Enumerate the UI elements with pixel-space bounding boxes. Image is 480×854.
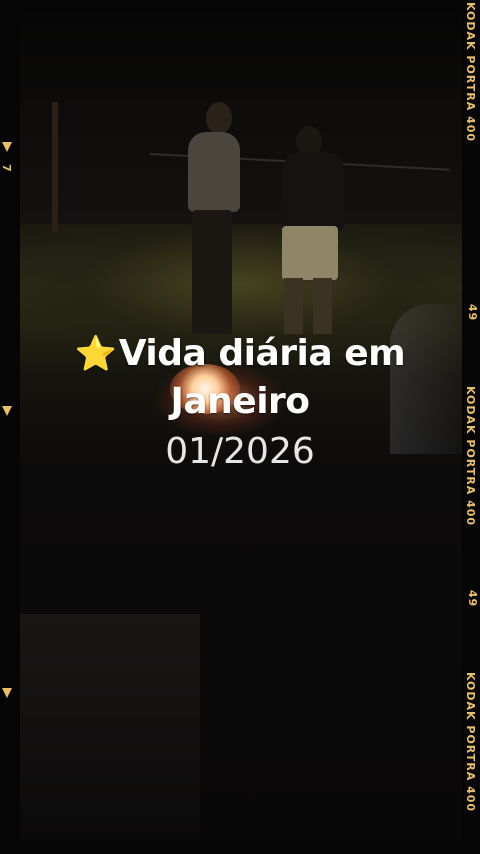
foreground-table (20, 614, 200, 840)
film-frame-number-top: 49 (466, 303, 480, 322)
caption-date: 01/2026 (165, 431, 315, 472)
film-brand-label-top: KODAK PORTRA 400 (464, 2, 477, 143)
person-left-body (188, 132, 240, 212)
person-right-legs (284, 278, 332, 334)
dark-treeline (20, 14, 462, 224)
caption-overlay: ⭐Vida diária em Janeiro 01/2026 (0, 330, 480, 478)
film-arrow-icon-1 (2, 142, 12, 152)
person-left-head (206, 102, 232, 134)
film-frame-number-bottom: 49 (466, 589, 480, 608)
caption-title-text-1: Vida diária em (118, 333, 406, 374)
caption-title-line-1: ⭐Vida diária em (0, 330, 480, 378)
person-left-legs (192, 210, 232, 334)
person-right-body (282, 152, 344, 232)
film-arrow-icon-3 (2, 688, 12, 698)
caption-title-line-2: Janeiro (170, 381, 310, 422)
wooden-pole (52, 102, 58, 232)
person-right-shorts (282, 226, 338, 280)
film-frame: KODAK PORTRA 400 49 KODAK PORTRA 400 49 … (0, 0, 480, 854)
film-brand-label-bottom: KODAK PORTRA 400 (464, 672, 477, 813)
film-left-frame-number: 7 (0, 164, 13, 173)
star-icon: ⭐ (74, 334, 117, 374)
